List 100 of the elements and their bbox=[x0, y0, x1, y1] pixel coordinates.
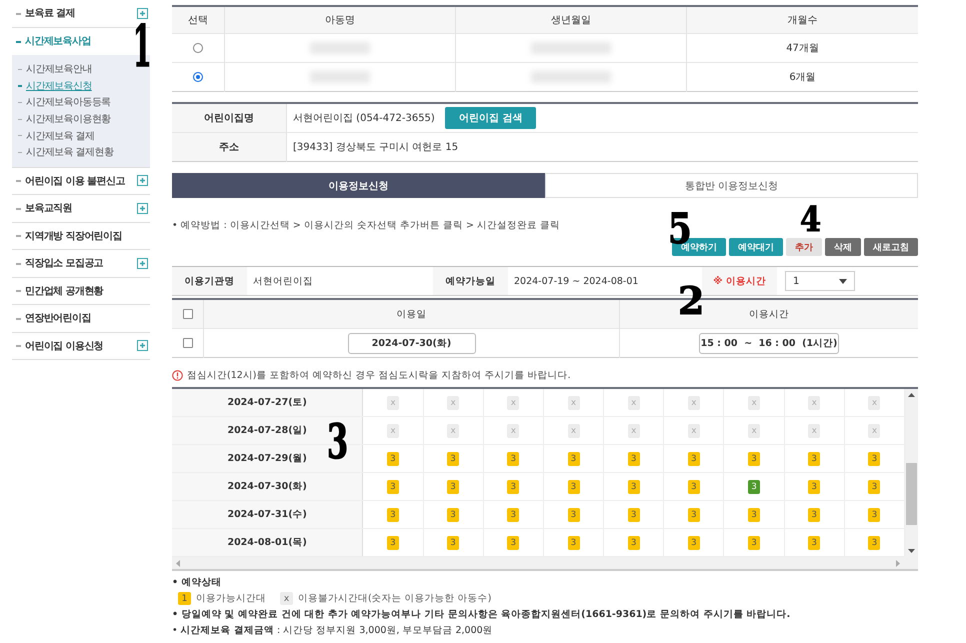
action-button[interactable]: 예약대기 bbox=[729, 238, 783, 256]
time-slot-badge[interactable]: 3 bbox=[628, 452, 640, 466]
time-slot-badge[interactable]: 3 bbox=[628, 508, 640, 522]
time-slot-badge: x bbox=[748, 424, 760, 438]
time-slot-badge[interactable]: 3 bbox=[688, 536, 700, 550]
sidebar-item[interactable]: 직장입소 모집공고 bbox=[12, 250, 150, 278]
time-slot-badge[interactable]: 3 bbox=[386, 508, 399, 522]
sidebar-item[interactable]: 연장반어린이집 bbox=[12, 305, 150, 333]
time-slot-badge[interactable]: 3 bbox=[688, 480, 700, 494]
time-slot-badge[interactable]: 3 bbox=[628, 536, 640, 550]
time-slot-badge[interactable]: 3 bbox=[447, 536, 460, 550]
expand-plus-icon[interactable] bbox=[137, 8, 148, 19]
date-label: 2024-07-30(화) bbox=[172, 473, 364, 500]
time-slot-badge[interactable]: 3 bbox=[386, 452, 399, 466]
sidebar-item[interactable]: 어린이집 이용신청 bbox=[12, 332, 150, 360]
vertical-scrollbar[interactable] bbox=[905, 389, 918, 557]
time-slot-badge[interactable]: 3 bbox=[868, 508, 880, 522]
row-checkbox[interactable] bbox=[182, 338, 192, 348]
date-label: 2024-07-27(토) bbox=[172, 389, 364, 416]
submenu-item[interactable]: 시간제보육 결제현황 bbox=[18, 144, 150, 161]
scroll-right-icon[interactable] bbox=[896, 560, 900, 566]
select-all-checkbox[interactable] bbox=[182, 308, 192, 319]
field-label: ※ 이용시간 bbox=[713, 274, 766, 288]
time-slot-badge[interactable]: 3 bbox=[386, 536, 399, 550]
time-slot-badge: x bbox=[447, 424, 460, 438]
status-badge: 1 bbox=[178, 592, 191, 605]
tab[interactable]: 이용정보신청 bbox=[172, 173, 545, 198]
time-slot-badge[interactable]: 3 bbox=[748, 508, 760, 522]
time-slot-badge[interactable]: 3 bbox=[568, 508, 580, 522]
time-slot-badge[interactable]: 3 bbox=[568, 536, 580, 550]
sidebar-item[interactable]: 보육교직원 bbox=[12, 195, 150, 223]
column-header: 이용시간 bbox=[749, 308, 789, 320]
time-slot-badge: x bbox=[386, 424, 399, 438]
time-slot-badge[interactable]: 3 bbox=[568, 480, 580, 494]
time-slot-badge[interactable]: 3 bbox=[748, 536, 760, 550]
time-slot-badge[interactable]: 3 bbox=[808, 452, 820, 466]
sidebar-item[interactable]: 지역개방 직장어린이집 bbox=[12, 222, 150, 250]
time-slot-badge[interactable]: 3 bbox=[748, 480, 760, 494]
radio-button[interactable] bbox=[192, 42, 203, 53]
expand-plus-icon[interactable] bbox=[137, 202, 148, 214]
horizontal-scrollbar[interactable] bbox=[172, 557, 918, 569]
time-slot-badge[interactable]: 3 bbox=[568, 452, 580, 466]
time-slot-badge: x bbox=[386, 396, 399, 410]
time-slot-badge[interactable]: 3 bbox=[447, 480, 460, 494]
tab[interactable]: 통합반 이용정보신청 bbox=[545, 173, 918, 198]
time-slot-badge[interactable]: 3 bbox=[868, 480, 880, 494]
time-slot-badge: x bbox=[628, 396, 640, 410]
row-label: 주소 bbox=[172, 132, 286, 162]
time-slot-badge[interactable]: 3 bbox=[808, 480, 820, 494]
time-slot-badge[interactable]: 3 bbox=[507, 452, 520, 466]
expand-plus-icon[interactable] bbox=[137, 340, 148, 352]
time-slot-badge: x bbox=[447, 396, 460, 410]
legend-text: 이용불가시간대(숫자는 이용가능한 아동수) bbox=[298, 592, 492, 605]
submenu-item[interactable]: 시간제보육 결제 bbox=[18, 127, 150, 144]
instruction-text: • 예약방법 : 이용시간선택 > 이용시간의 숫자선택 추가버튼 클릭 > 시간설정완료 클릭 bbox=[172, 219, 560, 232]
time-slot-badge[interactable]: 3 bbox=[688, 452, 700, 466]
time-slot-badge[interactable]: 3 bbox=[628, 480, 640, 494]
time-slot-badge: x bbox=[507, 396, 520, 410]
action-button[interactable]: 삭제 bbox=[825, 238, 861, 256]
caret-icon bbox=[839, 278, 847, 284]
time-slot-badge[interactable]: 3 bbox=[748, 452, 760, 466]
time-slot-badge[interactable]: 3 bbox=[808, 508, 820, 522]
time-slot-badge[interactable]: 3 bbox=[868, 536, 880, 550]
sidebar-item[interactable]: 민간업체 공개현황 bbox=[12, 278, 150, 306]
time-slot-badge: x bbox=[808, 424, 820, 438]
expand-plus-icon[interactable] bbox=[137, 175, 148, 186]
sidebar-item[interactable]: 어린이집 이용 불편신고 bbox=[12, 168, 150, 196]
status-badge: x bbox=[280, 592, 293, 605]
search-button[interactable]: 어린이집 검색 bbox=[444, 107, 536, 129]
radio-button[interactable] bbox=[192, 72, 203, 82]
submenu-item[interactable]: 시간제보육신청 bbox=[18, 78, 150, 94]
expand-plus-icon[interactable] bbox=[137, 258, 148, 269]
action-button[interactable]: 새로고침 bbox=[864, 238, 918, 256]
time-slot-badge[interactable]: 3 bbox=[447, 508, 460, 522]
time-slot-badge[interactable]: 3 bbox=[808, 536, 820, 550]
scroll-left-icon[interactable] bbox=[176, 560, 180, 566]
submenu-item[interactable]: 시간제보육아동등록 bbox=[18, 94, 150, 111]
time-slot-badge[interactable]: 3 bbox=[507, 536, 520, 550]
time-slot-badge: x bbox=[868, 424, 880, 438]
date-field[interactable]: 2024-07-30(화) bbox=[348, 332, 476, 354]
time-slot-badge: x bbox=[688, 424, 700, 438]
note-text: • 시간제보육 결제금액 : 시간당 정부지원 3,000원, 부모부담금 2,000원 bbox=[172, 624, 494, 637]
action-button[interactable]: 추가 bbox=[786, 238, 822, 256]
scroll-down-icon[interactable] bbox=[908, 549, 915, 553]
time-field[interactable]: 15 : 00 ~ 16 : 00 (1시간) bbox=[699, 332, 839, 354]
table-cell: 6개월 bbox=[686, 62, 918, 92]
warning-text: 점심시간(12시)를 포함하여 예약하신 경우 점심도시락을 지참하여 주시기를 바랍니다. bbox=[187, 369, 571, 382]
submenu-item[interactable]: 시간제보육이용현황 bbox=[18, 110, 150, 128]
time-slot-badge[interactable]: 3 bbox=[386, 480, 399, 494]
time-slot-badge[interactable]: 3 bbox=[507, 508, 520, 522]
time-slot-badge: x bbox=[748, 396, 760, 410]
date-label: 2024-07-31(수) bbox=[172, 501, 364, 528]
time-slot-badge: x bbox=[688, 396, 700, 410]
scroll-up-icon[interactable] bbox=[908, 393, 915, 397]
time-slot-badge[interactable]: 3 bbox=[688, 508, 700, 522]
time-slot-badge[interactable]: 3 bbox=[507, 480, 520, 494]
field-value: [39433] 경상북도 구미시 여헌로 15 bbox=[293, 142, 458, 153]
time-slot-badge[interactable]: 3 bbox=[868, 452, 880, 466]
time-slot-badge[interactable]: 3 bbox=[447, 452, 460, 466]
hours-dropdown[interactable]: 1 bbox=[785, 271, 855, 291]
